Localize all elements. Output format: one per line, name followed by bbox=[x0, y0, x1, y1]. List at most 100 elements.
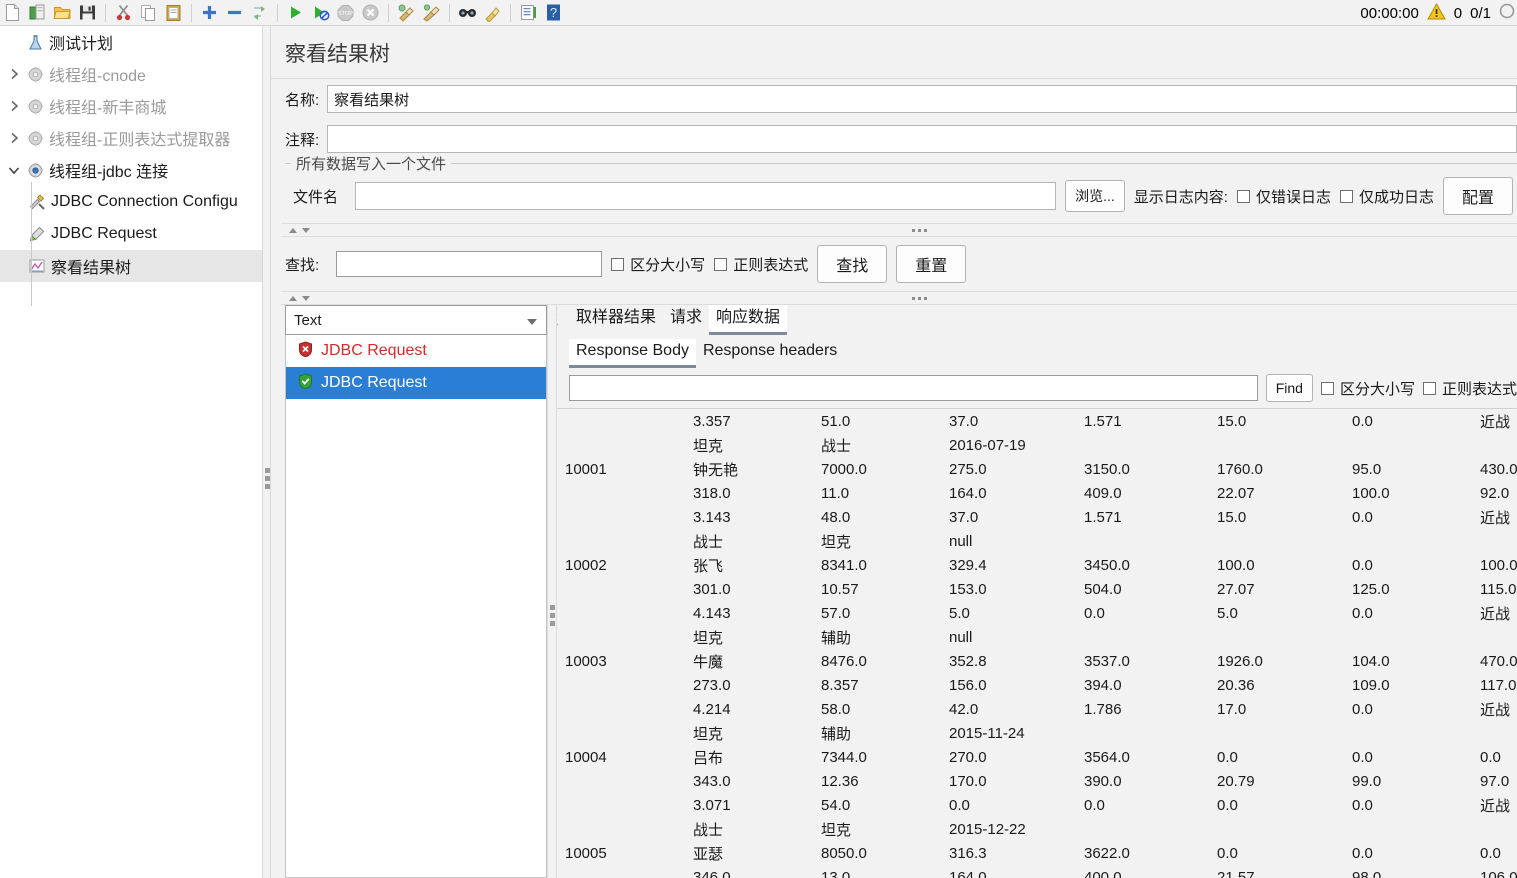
open-icon[interactable] bbox=[50, 1, 75, 25]
results-splitter[interactable] bbox=[547, 305, 557, 878]
table-cell: 亚瑟 bbox=[693, 845, 724, 863]
table-cell bbox=[557, 409, 687, 433]
tree-node-thread-group-xinfeng[interactable]: 线程组-新丰商城 bbox=[0, 90, 262, 122]
section-splitter-top[interactable] bbox=[281, 223, 1517, 237]
table-cell: 125.0 bbox=[1352, 580, 1390, 598]
warning-triangle-icon[interactable] bbox=[1426, 2, 1446, 24]
cut-icon[interactable] bbox=[111, 1, 136, 25]
configure-button[interactable]: 配置 bbox=[1442, 177, 1513, 215]
start-no-pauses-icon[interactable] bbox=[308, 1, 333, 25]
chevron-right-icon[interactable] bbox=[4, 68, 24, 80]
table-cell: 100.0 bbox=[1352, 484, 1390, 502]
tab-response-data[interactable]: 响应数据 bbox=[709, 305, 788, 335]
shutdown-icon[interactable] bbox=[358, 1, 383, 25]
reset-button[interactable]: 重置 bbox=[896, 245, 967, 283]
response-find-input[interactable] bbox=[569, 375, 1258, 401]
templates-icon[interactable] bbox=[25, 1, 50, 25]
start-icon[interactable] bbox=[283, 1, 308, 25]
thread-group-icon bbox=[24, 66, 46, 83]
collapse-up-icon[interactable] bbox=[289, 227, 297, 233]
search-icon[interactable] bbox=[455, 1, 480, 25]
expand-all-icon[interactable] bbox=[197, 1, 222, 25]
collapse-down-icon[interactable] bbox=[302, 295, 310, 301]
tree-panel-splitter[interactable] bbox=[262, 26, 271, 878]
list-item[interactable]: JDBC Request bbox=[286, 335, 546, 367]
tree-node-test-plan[interactable]: 测试计划 bbox=[0, 26, 262, 58]
table-cell bbox=[1078, 721, 1211, 745]
jdbc-request-icon bbox=[26, 225, 48, 243]
copy-icon[interactable] bbox=[136, 1, 161, 25]
stop-icon[interactable]: STOP bbox=[333, 1, 358, 25]
paste-icon[interactable] bbox=[161, 1, 186, 25]
save-icon[interactable] bbox=[75, 1, 100, 25]
chevron-down-icon[interactable] bbox=[4, 166, 24, 175]
test-plan-tree[interactable]: 测试计划 线程组-cnode 线程组-新丰商城 线程组-正则表达式提取器 线程组… bbox=[0, 26, 262, 878]
table-cell: 37.0 bbox=[949, 508, 979, 526]
table-cell: 104.0 bbox=[1352, 652, 1390, 670]
table-cell: 98.0 bbox=[1352, 868, 1382, 878]
reset-search-icon[interactable] bbox=[480, 1, 505, 25]
tree-node-thread-group-regex[interactable]: 线程组-正则表达式提取器 bbox=[0, 122, 262, 154]
response-find-button[interactable]: Find bbox=[1265, 374, 1313, 402]
table-cell bbox=[1474, 817, 1517, 841]
table-cell: 0.0 bbox=[1352, 796, 1373, 814]
success-only-checkbox[interactable]: 仅成功日志 bbox=[1339, 186, 1434, 207]
table-cell: 3450.0 bbox=[1084, 556, 1130, 574]
page-title: 察看结果树 bbox=[271, 26, 1517, 79]
comment-input[interactable] bbox=[327, 125, 1517, 153]
tab-request[interactable]: 请求 bbox=[663, 305, 709, 335]
table-cell: 400.0 bbox=[1084, 868, 1122, 878]
section-splitter-bottom[interactable] bbox=[281, 291, 1517, 305]
sampler-result-list[interactable]: JDBC Request JDBC Request bbox=[285, 335, 547, 878]
response-case-sensitive-checkbox[interactable]: 区分大小写 bbox=[1320, 378, 1415, 399]
collapse-up-icon[interactable] bbox=[289, 295, 297, 301]
status-bar: 00:00:00 0 0/1 bbox=[1352, 0, 1517, 26]
clear-icon[interactable] bbox=[394, 1, 419, 25]
comment-row: 注释: bbox=[271, 119, 1517, 159]
table-cell: 辅助 bbox=[821, 629, 852, 647]
table-cell: 156.0 bbox=[949, 676, 987, 694]
function-helper-icon[interactable] bbox=[516, 1, 541, 25]
table-cell: 近战 bbox=[1480, 797, 1511, 815]
clear-all-icon[interactable] bbox=[419, 1, 444, 25]
response-body-content[interactable]: 3.357 51.0 37.0 1.571 15.0 0.0 近战 坦克 战士 2016-07-1… bbox=[557, 408, 1517, 878]
table-cell bbox=[557, 769, 687, 793]
help-icon[interactable]: ? bbox=[541, 1, 566, 25]
tab-scroll-arrows[interactable] bbox=[557, 307, 559, 329]
tree-node-thread-group-cnode[interactable]: 线程组-cnode bbox=[0, 58, 262, 90]
renderer-select[interactable]: Text bbox=[285, 305, 547, 335]
errors-only-checkbox[interactable]: 仅错误日志 bbox=[1236, 186, 1331, 207]
table-cell bbox=[557, 793, 687, 817]
name-input[interactable] bbox=[327, 85, 1517, 113]
svg-text:STOP: STOP bbox=[338, 11, 353, 17]
table-cell: 301.0 bbox=[693, 580, 731, 598]
table-cell: 近战 bbox=[1480, 701, 1511, 719]
regex-label: 正则表达式 bbox=[733, 256, 809, 274]
table-cell: 0.0 bbox=[1352, 748, 1373, 766]
tree-node-jdbc-request[interactable]: JDBC Request bbox=[0, 218, 262, 250]
chevron-right-icon[interactable] bbox=[4, 100, 24, 112]
list-item[interactable]: JDBC Request bbox=[286, 367, 546, 399]
tab-response-headers[interactable]: Response headers bbox=[696, 339, 844, 368]
collapse-all-icon[interactable] bbox=[222, 1, 247, 25]
filename-input[interactable] bbox=[355, 182, 1057, 210]
tree-node-view-results-tree[interactable]: 察看结果树 bbox=[0, 250, 262, 282]
search-input[interactable] bbox=[336, 251, 603, 277]
tab-response-body[interactable]: Response Body bbox=[569, 339, 696, 368]
tree-connector-line bbox=[31, 182, 32, 306]
tree-node-thread-group-jdbc[interactable]: 线程组-jdbc 连接 bbox=[0, 154, 262, 186]
tab-sampler-result[interactable]: 取样器结果 bbox=[569, 305, 663, 335]
search-case-sensitive-checkbox[interactable]: 区分大小写 bbox=[611, 254, 705, 275]
table-row: 战士 坦克 null bbox=[557, 529, 1517, 553]
tree-node-jdbc-connection-config[interactable]: JDBC Connection Configu bbox=[0, 186, 262, 218]
response-regex-checkbox[interactable]: 正则表达式 bbox=[1422, 378, 1517, 399]
table-cell: 13.0 bbox=[821, 868, 851, 878]
find-button[interactable]: 查找 bbox=[817, 245, 888, 283]
toggle-icon[interactable] bbox=[247, 1, 272, 25]
browse-button[interactable]: 浏览... bbox=[1065, 180, 1125, 212]
collapse-down-icon[interactable] bbox=[302, 227, 310, 233]
new-icon[interactable] bbox=[0, 1, 25, 25]
chevron-right-icon[interactable] bbox=[4, 132, 24, 144]
table-cell bbox=[557, 481, 687, 505]
search-regex-checkbox[interactable]: 正则表达式 bbox=[714, 254, 808, 275]
